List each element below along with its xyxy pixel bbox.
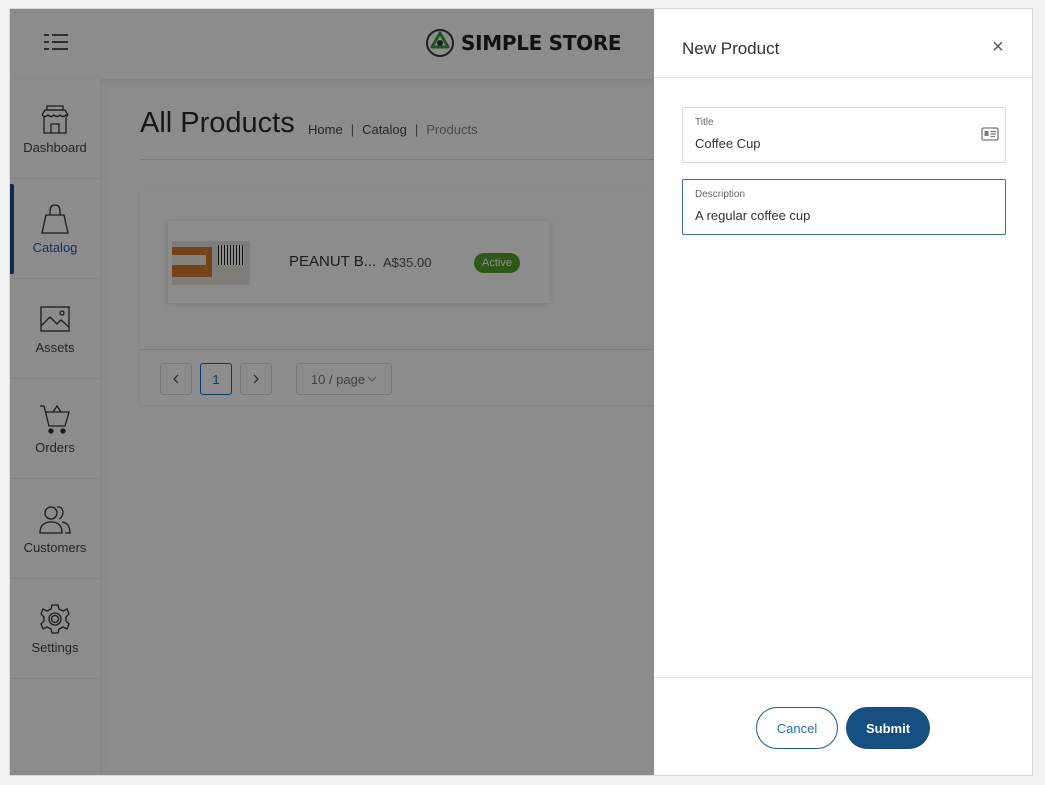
new-product-drawer: New Product × Title Description Cancel S… xyxy=(654,9,1032,775)
drawer-title: New Product xyxy=(682,39,780,58)
description-field[interactable]: Description xyxy=(682,179,1006,235)
description-input[interactable] xyxy=(695,208,975,223)
description-field-label: Description xyxy=(695,189,746,200)
title-field[interactable]: Title xyxy=(682,107,1006,163)
cancel-button[interactable]: Cancel xyxy=(756,707,838,749)
title-input[interactable] xyxy=(695,136,975,151)
contact-card-icon xyxy=(981,127,999,141)
close-icon[interactable]: × xyxy=(990,37,1006,57)
submit-button[interactable]: Submit xyxy=(846,707,930,749)
drawer-header: New Product × xyxy=(654,9,1032,78)
title-field-label: Title xyxy=(695,117,714,128)
drawer-footer: Cancel Submit xyxy=(654,677,1032,775)
app-window: SIMPLE STORE Dashboard Catalog Assets Or… xyxy=(9,8,1033,776)
